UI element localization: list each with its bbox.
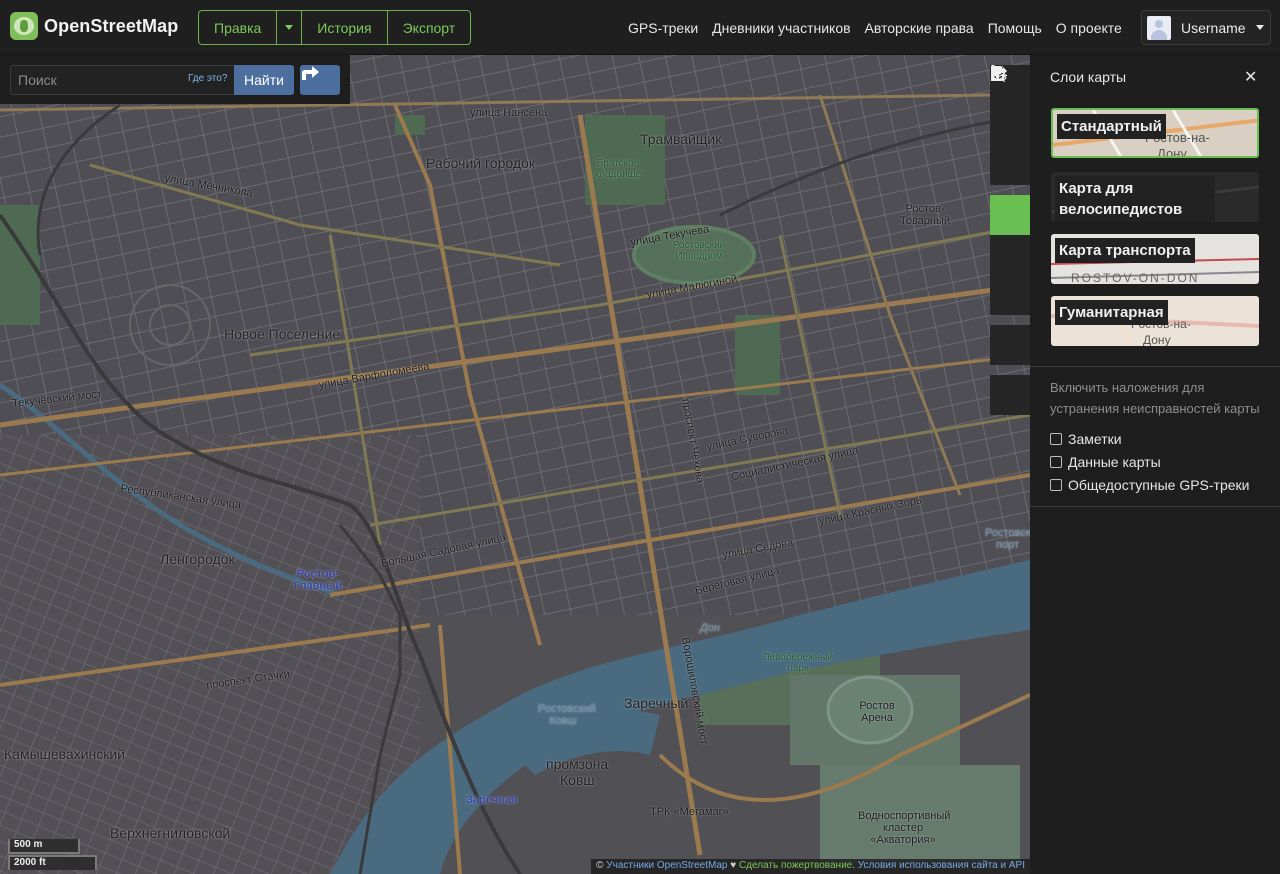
attribution-osm-link[interactable]: Участники OpenStreetMap bbox=[606, 860, 727, 871]
export-button[interactable]: Экспорт bbox=[388, 11, 471, 44]
map-label-cemetery: Братское кладбище bbox=[594, 158, 642, 180]
zoom-out-button[interactable] bbox=[990, 71, 1030, 145]
nav-about[interactable]: О проекте bbox=[1056, 20, 1122, 36]
map-label-megamag: ТРК «Мегамаг» bbox=[650, 806, 729, 818]
layers-sidebar: Слои карты ✕ Ростов-на- Дону Стандартный… bbox=[1030, 55, 1280, 874]
layer-cyclemap-label: Карта для велосипедистов bbox=[1055, 176, 1215, 222]
checkbox-map-data[interactable] bbox=[1050, 456, 1062, 468]
layer-humanitarian[interactable]: Ростов-на- Дону Гуманитарная bbox=[1051, 296, 1259, 346]
map-label-novoe: Новое Поселение bbox=[224, 326, 341, 342]
logo[interactable]: OpenStreetMap bbox=[10, 12, 178, 40]
svg-text:?: ? bbox=[1002, 75, 1007, 83]
username: Username bbox=[1181, 19, 1246, 36]
map-label-lengorodok: Ленгородок bbox=[160, 551, 235, 567]
scale-metric: 500 m bbox=[8, 839, 80, 854]
nav-copyright[interactable]: Авторские права bbox=[865, 20, 974, 36]
user-menu-button[interactable]: Username bbox=[1141, 10, 1271, 45]
layer-cyclemap[interactable]: ОСТОВ- Карта для велосипедистов bbox=[1051, 172, 1259, 222]
map-tiles bbox=[0, 55, 1030, 874]
overlay-notes[interactable]: Заметки bbox=[1050, 431, 1122, 447]
copyright-symbol: © bbox=[596, 860, 604, 871]
layer-humanitarian-label: Гуманитарная bbox=[1055, 300, 1168, 325]
map-label-verkhneg: Верхнегниловской bbox=[110, 825, 231, 841]
site-title: OpenStreetMap bbox=[44, 15, 179, 36]
overlay-gps-traces-label: Общедоступные GPS-треки bbox=[1068, 477, 1250, 493]
search-bar: Где это? Найти bbox=[0, 55, 350, 104]
checkbox-notes[interactable] bbox=[1050, 433, 1062, 445]
close-icon[interactable]: ✕ bbox=[1244, 67, 1257, 87]
map-label-rabochiy: Рабочий городок bbox=[426, 155, 535, 171]
map-label-tramvay: Трамвайщик bbox=[640, 131, 722, 147]
sidebar-title: Слои карты bbox=[1050, 69, 1127, 85]
map-label-zarechnaya: Заречная bbox=[466, 794, 518, 806]
map-controls: ? bbox=[990, 65, 1030, 415]
avatar bbox=[1147, 15, 1171, 40]
layer-transport[interactable]: ROSTOV-ON-DON Карта транспорта bbox=[1051, 234, 1259, 284]
map-label-kovsh-rost: Ростовский Ковш bbox=[538, 703, 596, 727]
map-attribution: © Участники OpenStreetMap ♥ Сделать поже… bbox=[591, 859, 1030, 874]
top-header: OpenStreetMap Правка История Экспорт GPS… bbox=[0, 0, 1280, 55]
map-label-akvatoria: Водноспортивный кластер «Акватория» bbox=[858, 810, 951, 846]
map-label-promzona: промзона bbox=[546, 756, 609, 772]
svg-text:Дону: Дону bbox=[1157, 146, 1187, 158]
locate-button[interactable] bbox=[990, 66, 1030, 185]
nav-gps-traces[interactable]: GPS-треки bbox=[628, 20, 698, 36]
edit-button[interactable]: Правка bbox=[199, 11, 278, 44]
overlay-gps-traces[interactable]: Общедоступные GPS-треки bbox=[1050, 477, 1249, 493]
map-label-ul-nansena: улица Нансена bbox=[470, 107, 548, 119]
where-is-this-link[interactable]: Где это? bbox=[188, 73, 227, 84]
overlay-map-data[interactable]: Данные карты bbox=[1050, 454, 1161, 470]
map-label-kovsh: Ковш bbox=[560, 772, 595, 788]
overlay-description: Включить наложения для устранения неиспр… bbox=[1050, 380, 1260, 416]
terms-link[interactable]: Условия использования сайта и API bbox=[858, 860, 1025, 871]
query-features-icon: ? bbox=[992, 66, 1007, 83]
donate-link[interactable]: Сделать пожертвование bbox=[739, 860, 852, 871]
svg-text:ROSTOV-ON-DON: ROSTOV-ON-DON bbox=[1071, 271, 1199, 284]
layer-standard[interactable]: Ростов-на- Дону Стандартный bbox=[1051, 108, 1259, 158]
search-button[interactable]: Найти bbox=[234, 65, 294, 95]
layer-transport-label: Карта транспорта bbox=[1055, 238, 1195, 263]
heart-icon: ♥ bbox=[730, 860, 737, 871]
map-label-rostov-tov: Ростов-Товарный bbox=[899, 203, 951, 227]
checkbox-gps-traces[interactable] bbox=[1050, 479, 1062, 491]
query-features-button[interactable]: ? bbox=[990, 66, 1030, 415]
directions-icon bbox=[302, 66, 319, 80]
layers-button[interactable] bbox=[990, 66, 1030, 235]
chevron-down-icon bbox=[1255, 25, 1264, 30]
map-label-arena: Ростов Арена bbox=[859, 700, 895, 724]
chevron-down-icon bbox=[285, 25, 294, 30]
add-note-button[interactable] bbox=[990, 66, 1030, 365]
map-label-levob: Левобережный парк bbox=[762, 652, 834, 674]
edit-button-group: Правка История Экспорт bbox=[198, 10, 472, 45]
map-label-kamysh: Камышевахинский bbox=[4, 746, 126, 762]
overlay-notes-label: Заметки bbox=[1068, 431, 1122, 447]
divider bbox=[1030, 366, 1280, 367]
map-key-button[interactable] bbox=[990, 65, 1030, 275]
svg-text:Дону: Дону bbox=[1143, 333, 1171, 346]
overlay-map-data-label: Данные карты bbox=[1068, 454, 1161, 470]
map-label-hippodrome: Ростовский Ипподром bbox=[672, 240, 726, 262]
scale-imperial: 2000 ft bbox=[8, 855, 97, 870]
map-scale: 500 m 2000 ft bbox=[8, 839, 97, 870]
layer-standard-label: Стандартный bbox=[1057, 114, 1166, 139]
map-label-port: Ростовский порт bbox=[985, 527, 1030, 551]
share-button[interactable] bbox=[990, 67, 1030, 315]
map-view[interactable]: Рабочий городок Трамвайщик Новое Поселен… bbox=[0, 55, 1030, 874]
map-label-rostov-gl: Ростов-Главный bbox=[293, 568, 343, 592]
history-button[interactable]: История bbox=[302, 11, 388, 44]
directions-button[interactable] bbox=[300, 65, 340, 95]
top-nav: GPS-треки Дневники участников Авторские … bbox=[628, 20, 1122, 36]
map-label-don: Дон bbox=[700, 622, 720, 634]
nav-diaries[interactable]: Дневники участников bbox=[712, 20, 850, 36]
edit-dropdown-button[interactable] bbox=[277, 11, 303, 44]
osm-logo-icon bbox=[10, 12, 38, 40]
nav-help[interactable]: Помощь bbox=[988, 20, 1042, 36]
divider bbox=[1030, 506, 1280, 507]
map-label-zarechny: Заречный bbox=[624, 695, 689, 711]
